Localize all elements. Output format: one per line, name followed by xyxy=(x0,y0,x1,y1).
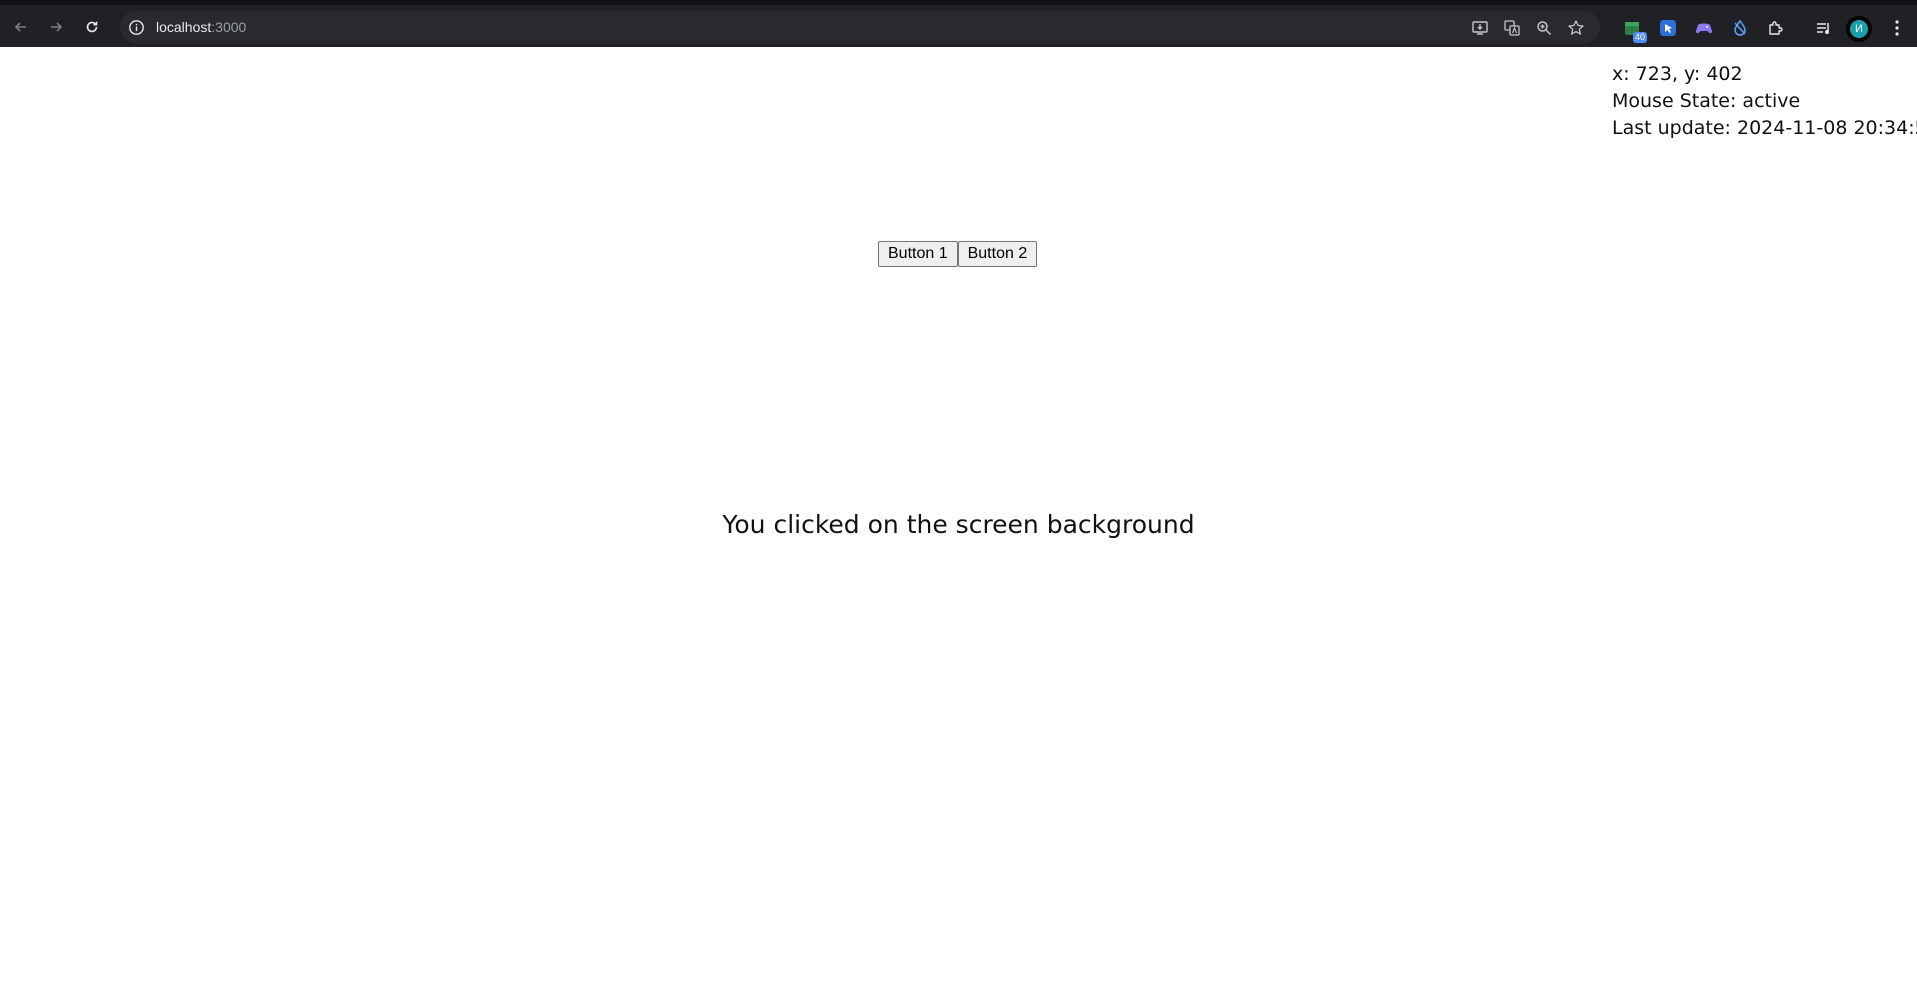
drop-extension-icon[interactable] xyxy=(1730,18,1750,38)
profile-initial: И xyxy=(1850,20,1868,38)
site-info-icon[interactable] xyxy=(128,19,145,36)
translate-icon[interactable] xyxy=(1502,18,1522,38)
button-group: Button 1 Button 2 xyxy=(878,241,1038,267)
reload-button[interactable] xyxy=(78,13,106,41)
browser-toolbar: localhost:3000 40 И xyxy=(0,0,1917,47)
button-1[interactable]: Button 1 xyxy=(878,241,958,267)
zoom-icon[interactable] xyxy=(1534,18,1554,38)
arrow-left-icon xyxy=(14,22,26,32)
arrow-right-icon xyxy=(51,22,63,32)
media-controls-icon[interactable] xyxy=(1814,18,1834,38)
install-app-icon[interactable] xyxy=(1470,18,1490,38)
click-message: You clicked on the screen background xyxy=(722,510,1195,539)
last-update: Last update: 2024-11-08 20:34:58 xyxy=(1612,117,1917,139)
forward-button[interactable] xyxy=(42,13,70,41)
url-text[interactable]: localhost:3000 xyxy=(156,11,246,44)
mouse-state: Mouse State: active xyxy=(1612,90,1801,112)
reload-icon xyxy=(86,21,98,33)
mouse-status-panel: x: 723, y: 402 Mouse State: active Last … xyxy=(1612,61,1917,142)
profile-avatar[interactable]: И xyxy=(1846,16,1872,42)
address-bar[interactable]: localhost:3000 xyxy=(120,11,1600,44)
mouse-coordinates: x: 723, y: 402 xyxy=(1612,63,1743,85)
extension-badge: 40 xyxy=(1632,32,1647,43)
cursor-extension-icon[interactable] xyxy=(1658,18,1678,38)
url-host: localhost xyxy=(156,19,212,35)
gamepad-extension-icon[interactable] xyxy=(1694,18,1714,38)
back-button[interactable] xyxy=(7,13,35,41)
button-2[interactable]: Button 2 xyxy=(957,241,1038,267)
calendar-extension-icon[interactable]: 40 xyxy=(1622,18,1647,43)
bookmark-star-icon[interactable] xyxy=(1566,18,1586,38)
browser-menu-icon[interactable] xyxy=(1887,18,1907,38)
puzzle-extensions-icon[interactable] xyxy=(1766,18,1786,38)
url-port: :3000 xyxy=(211,19,247,35)
